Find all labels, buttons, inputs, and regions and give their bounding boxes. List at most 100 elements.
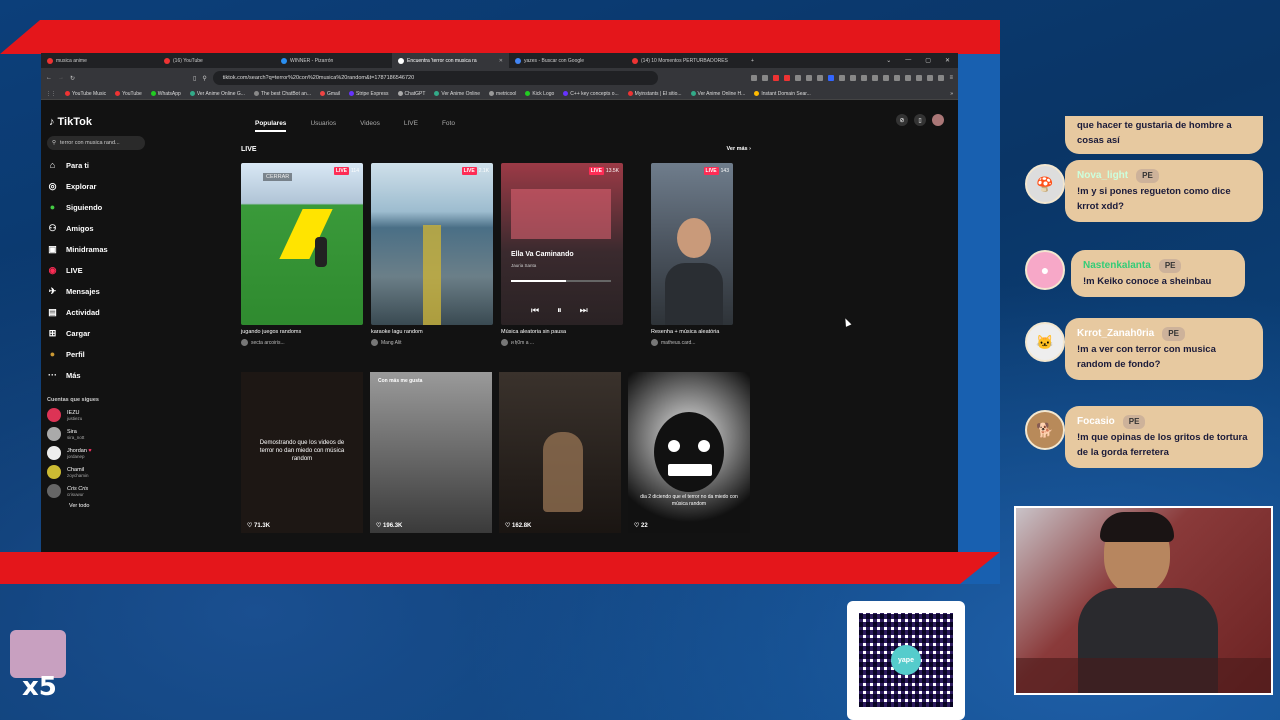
bookmark-item[interactable]: Ver Anime Online G... <box>189 91 245 97</box>
search-input[interactable]: ⚲ terror con musica rand... <box>47 136 145 150</box>
live-title[interactable]: jugando juegos randoms <box>241 329 363 335</box>
sidebar-item-cargar[interactable]: ⊞ Cargar <box>47 327 145 339</box>
extension-icon[interactable] <box>828 75 835 81</box>
extension-icon[interactable] <box>751 75 758 81</box>
tab-foto[interactable]: Foto <box>442 120 455 132</box>
sidebar-item-para-ti[interactable]: ⌂ Para ti <box>47 159 145 171</box>
browser-tab[interactable]: WINNER - Pizarrón <box>275 53 392 68</box>
bookmark-item[interactable]: YouTube <box>115 91 142 97</box>
video-card[interactable]: ♡ 162.8K <box>499 372 621 533</box>
live-user[interactable]: secta arcoiris... <box>241 339 363 346</box>
chevron-down-icon[interactable]: ⌄ <box>886 57 891 64</box>
extension-icon[interactable] <box>806 75 813 81</box>
extension-icon[interactable] <box>883 75 890 81</box>
extension-icon[interactable] <box>861 75 868 81</box>
forward-icon[interactable]: → <box>58 75 64 81</box>
video-card[interactable]: Con más me gusta ♡ 196.3K <box>370 372 492 533</box>
live-thumbnail[interactable]: LIVE 143 <box>651 163 733 325</box>
extension-icon[interactable] <box>795 75 802 81</box>
bookmark-item[interactable]: Instant Domain Sear... <box>754 91 811 97</box>
video-card[interactable]: Demostrando que los videos de terror no … <box>241 372 363 533</box>
extension-icon[interactable] <box>817 75 824 81</box>
extension-icon[interactable] <box>784 75 791 81</box>
browser-tab[interactable]: (16) YouTube <box>158 53 275 68</box>
tab-populares[interactable]: Populares <box>255 120 287 132</box>
following-account[interactable]: Jhordan ♥ jordanep <box>47 446 145 460</box>
menu-icon[interactable]: ≡ <box>949 75 953 81</box>
sidebar-item-live[interactable]: ◉ LIVE <box>47 264 145 276</box>
live-title[interactable]: karaoke lagu random <box>371 329 493 335</box>
extension-icon[interactable] <box>773 75 780 81</box>
new-tab-icon[interactable]: + <box>743 58 754 64</box>
bookmark-item[interactable]: YouTube Music <box>65 91 106 97</box>
live-user[interactable]: matheus.card... <box>651 339 733 346</box>
sidebar-item-siguiendo[interactable]: ● Siguiendo <box>47 201 145 213</box>
maximize-icon[interactable]: ▢ <box>925 57 931 64</box>
bookmark-item[interactable]: Stripe Express <box>349 91 389 97</box>
browser-tab-active[interactable]: Encuentra 'terror con musica ra ✕ <box>392 53 509 68</box>
live-card[interactable]: CERRAR LIVE 114 jugando juegos randoms se… <box>241 163 363 346</box>
tab-videos[interactable]: Videos <box>360 120 380 132</box>
sidebar-item-actividad[interactable]: ▤ Actividad <box>47 306 145 318</box>
site-info-icon[interactable]: ⚲ <box>202 75 206 82</box>
live-card[interactable]: Ella Va Caminando Jauria Santa ⏮ ⏸ ⏭ LIV… <box>501 163 623 346</box>
following-account[interactable]: IEZU justiezu <box>47 408 145 422</box>
bookmark-item[interactable]: Ver Anime Online <box>434 91 480 97</box>
live-card[interactable]: LIVE 143 Resenha + música aleatória mathe… <box>651 163 733 346</box>
live-title[interactable]: Resenha + música aleatória <box>651 329 733 335</box>
live-user[interactable]: Mang Alit <box>371 339 493 346</box>
bookmark-item[interactable]: WhatsApp <box>150 91 181 97</box>
live-thumbnail[interactable]: Ella Va Caminando Jauria Santa ⏮ ⏸ ⏭ LIV… <box>501 163 623 325</box>
extension-icon[interactable] <box>938 75 945 81</box>
following-account[interactable]: Chamil zoychamin <box>47 465 145 479</box>
tab-live[interactable]: LIVE <box>404 120 418 132</box>
live-thumbnail[interactable]: CERRAR LIVE 114 <box>241 163 363 325</box>
more-bookmarks-icon[interactable]: » <box>950 91 953 97</box>
ver-todo-link[interactable]: Ver todo <box>47 503 145 509</box>
sidebar-item-mas[interactable]: ··· Más <box>47 369 145 381</box>
close-overlay-label[interactable]: CERRAR <box>263 173 293 181</box>
sidebar-item-perfil[interactable]: ● Perfil <box>47 348 145 360</box>
bookmark-item[interactable]: metricool <box>489 91 516 97</box>
bookmark-icon[interactable]: ▯ <box>193 75 196 82</box>
extension-icon[interactable] <box>905 75 912 81</box>
live-title[interactable]: Música aleatoria sin pausa <box>501 329 623 335</box>
tab-usuarios[interactable]: Usuarios <box>310 120 336 132</box>
bookmark-item[interactable]: The best ChatBot an... <box>253 91 311 97</box>
ver-mas-link[interactable]: Ver más › <box>727 146 751 153</box>
bookmark-item[interactable]: Ver Anime Online H... <box>690 91 745 97</box>
sidebar-item-minidramas[interactable]: ▣ Minidramas <box>47 243 145 255</box>
bookmark-item[interactable]: Kick Logo <box>525 91 554 97</box>
back-icon[interactable]: ← <box>46 75 52 81</box>
close-window-icon[interactable]: ✕ <box>945 57 950 64</box>
device-icon[interactable]: ▯ <box>914 114 926 126</box>
minimize-icon[interactable]: — <box>905 57 911 64</box>
extension-icon[interactable] <box>762 75 769 81</box>
sidebar-item-explorar[interactable]: ◎ Explorar <box>47 180 145 192</box>
browser-tab[interactable]: yazes - Buscar con Google <box>509 53 626 68</box>
browser-tab[interactable]: musica anime <box>41 53 158 68</box>
coin-icon[interactable]: ⊘ <box>896 114 908 126</box>
bookmark-item[interactable]: C++ key concepts o... <box>563 91 619 97</box>
live-user[interactable]: ᴎ ƚᴉ0m a ... <box>501 339 623 346</box>
browser-tab[interactable]: (14) 10 Momentos PERTURBADORES <box>626 53 743 68</box>
close-tab-icon[interactable]: ✕ <box>499 58 503 64</box>
bookmark-item[interactable]: Gmail <box>319 91 340 97</box>
extension-icon[interactable] <box>872 75 879 81</box>
tiktok-logo[interactable]: ♪ TikTok <box>49 116 145 128</box>
reload-icon[interactable]: ↻ <box>70 75 75 82</box>
extension-icon[interactable] <box>850 75 857 81</box>
extension-icon[interactable] <box>927 75 934 81</box>
following-account[interactable]: Sira sira_nott <box>47 427 145 441</box>
extension-icon[interactable] <box>839 75 846 81</box>
extension-icon[interactable] <box>894 75 901 81</box>
url-field[interactable]: tiktok.com/search?q=terror%20con%20music… <box>212 71 658 85</box>
bookmark-item[interactable]: Myinstants | El sitio... <box>627 91 682 97</box>
following-account[interactable]: Cris Cris crisuwur <box>47 484 145 498</box>
bookmark-item[interactable]: ChatGPT <box>397 91 425 97</box>
sidebar-item-amigos[interactable]: ⚇ Amigos <box>47 222 145 234</box>
video-card[interactable]: dia 2 diciendo que el terror no da miedo… <box>628 372 750 533</box>
apps-icon[interactable]: ⋮⋮ <box>46 91 56 97</box>
live-card[interactable]: LIVE 2.1K karaoke lagu random Mang Alit <box>371 163 493 346</box>
sidebar-item-mensajes[interactable]: ✈ Mensajes <box>47 285 145 297</box>
